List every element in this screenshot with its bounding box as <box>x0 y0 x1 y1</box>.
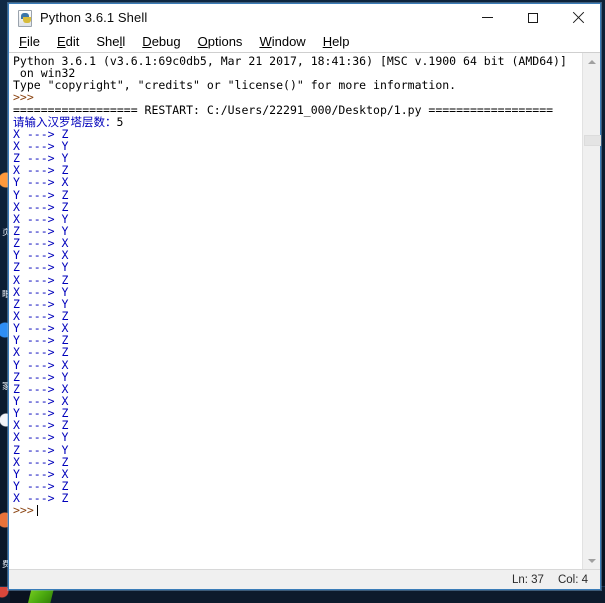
shell-move-line: X ---> Z <box>13 491 69 506</box>
menu-help[interactable]: Help <box>323 34 350 49</box>
python-shell-window: Python 3.6.1 Shell File Edit Shell Debug… <box>8 3 601 590</box>
window-title: Python 3.6.1 Shell <box>40 10 148 25</box>
shell-active-prompt[interactable]: >>> <box>13 504 582 516</box>
shell-body: Python 3.6.1 (v3.6.1:69c0db5, Mar 21 201… <box>9 53 601 569</box>
shell-move-line: Y ---> X <box>13 248 69 263</box>
start-button-icon[interactable] <box>28 588 54 603</box>
shell-move-line: X ---> Y <box>13 138 69 153</box>
status-column-number: Col: 4 <box>557 573 588 586</box>
shell-move-line: X ---> Z <box>13 308 69 323</box>
title-bar[interactable]: Python 3.6.1 Shell <box>9 4 600 31</box>
close-icon <box>572 12 584 24</box>
shell-banner-line: Type "copyright", "credits" or "license(… <box>13 78 457 93</box>
shell-move-line: Z ---> Y <box>13 369 69 384</box>
status-line-number: Ln: 37 <box>511 573 544 586</box>
shell-move-line: X ---> Z <box>13 345 69 360</box>
scroll-up-button[interactable] <box>583 53 600 70</box>
shell-output-area[interactable]: Python 3.6.1 (v3.6.1:69c0db5, Mar 21 201… <box>9 53 582 569</box>
shell-move-line: X ---> Y <box>13 211 69 226</box>
python-idle-icon <box>17 9 33 27</box>
shell-move-line: X ---> Z <box>13 163 69 178</box>
menu-window[interactable]: Window <box>259 34 305 49</box>
maximize-icon <box>527 12 538 23</box>
shell-move-line: X ---> Z <box>13 272 69 287</box>
scrollbar-thumb[interactable] <box>584 135 601 146</box>
shell-move-line: Z ---> X <box>13 236 69 251</box>
chevron-up-icon <box>587 59 596 64</box>
shell-move-line: Y ---> X <box>13 393 69 408</box>
shell-move-line: Y ---> Z <box>13 478 69 493</box>
shell-move-line: X ---> Z <box>13 454 69 469</box>
menu-options[interactable]: Options <box>198 34 243 49</box>
shell-move-line: Y ---> Z <box>13 406 69 421</box>
shell-move-line: Y ---> Z <box>13 333 69 348</box>
shell-input-prompt-line: 请输入汉罗塔层数：5 <box>13 116 582 128</box>
shell-move-line: X ---> Z <box>13 418 69 433</box>
shell-move-line: Z ---> X <box>13 381 69 396</box>
shell-move-line: Y ---> X <box>13 321 69 336</box>
menu-shell[interactable]: Shell <box>96 34 125 49</box>
minimize-icon <box>482 17 493 18</box>
shell-move-line: Y ---> X <box>13 175 69 190</box>
status-bar: Ln: 37 Col: 4 <box>9 569 600 589</box>
close-button[interactable] <box>555 4 600 31</box>
shell-move-line: Y ---> X <box>13 466 69 481</box>
window-controls <box>465 4 600 31</box>
shell-move-line: X ---> Z <box>13 199 69 214</box>
menu-edit[interactable]: Edit <box>57 34 79 49</box>
menu-debug[interactable]: Debug <box>142 34 180 49</box>
shell-move-line: Y ---> X <box>13 357 69 372</box>
shell-move-line: Z ---> Y <box>13 296 69 311</box>
shell-move-line: Z ---> Y <box>13 151 69 166</box>
shell-banner-line: Python 3.6.1 (v3.6.1:69c0db5, Mar 21 201… <box>13 54 567 68</box>
menu-bar: File Edit Shell Debug Options Window Hel… <box>9 31 600 53</box>
shell-move-line: X ---> Z <box>13 126 69 141</box>
minimize-button[interactable] <box>465 4 510 31</box>
text-caret <box>36 505 38 517</box>
shell-move-line: Z ---> Y <box>13 442 69 457</box>
input-echoed-value: 5 <box>116 114 124 129</box>
vertical-scrollbar[interactable] <box>582 53 601 569</box>
shell-prompt-line: >>> <box>13 90 34 105</box>
chevron-down-icon <box>587 558 596 563</box>
shell-move-line: Z ---> Y <box>13 223 69 238</box>
shell-move-line: X ---> Y <box>13 284 69 299</box>
maximize-button[interactable] <box>510 4 555 31</box>
scroll-down-button[interactable] <box>583 552 600 569</box>
menu-file[interactable]: File <box>19 34 40 49</box>
shell-move-line: Y ---> Z <box>13 187 69 202</box>
shell-move-line: X ---> Y <box>13 430 69 445</box>
shell-move-line: Z ---> Y <box>13 260 69 275</box>
